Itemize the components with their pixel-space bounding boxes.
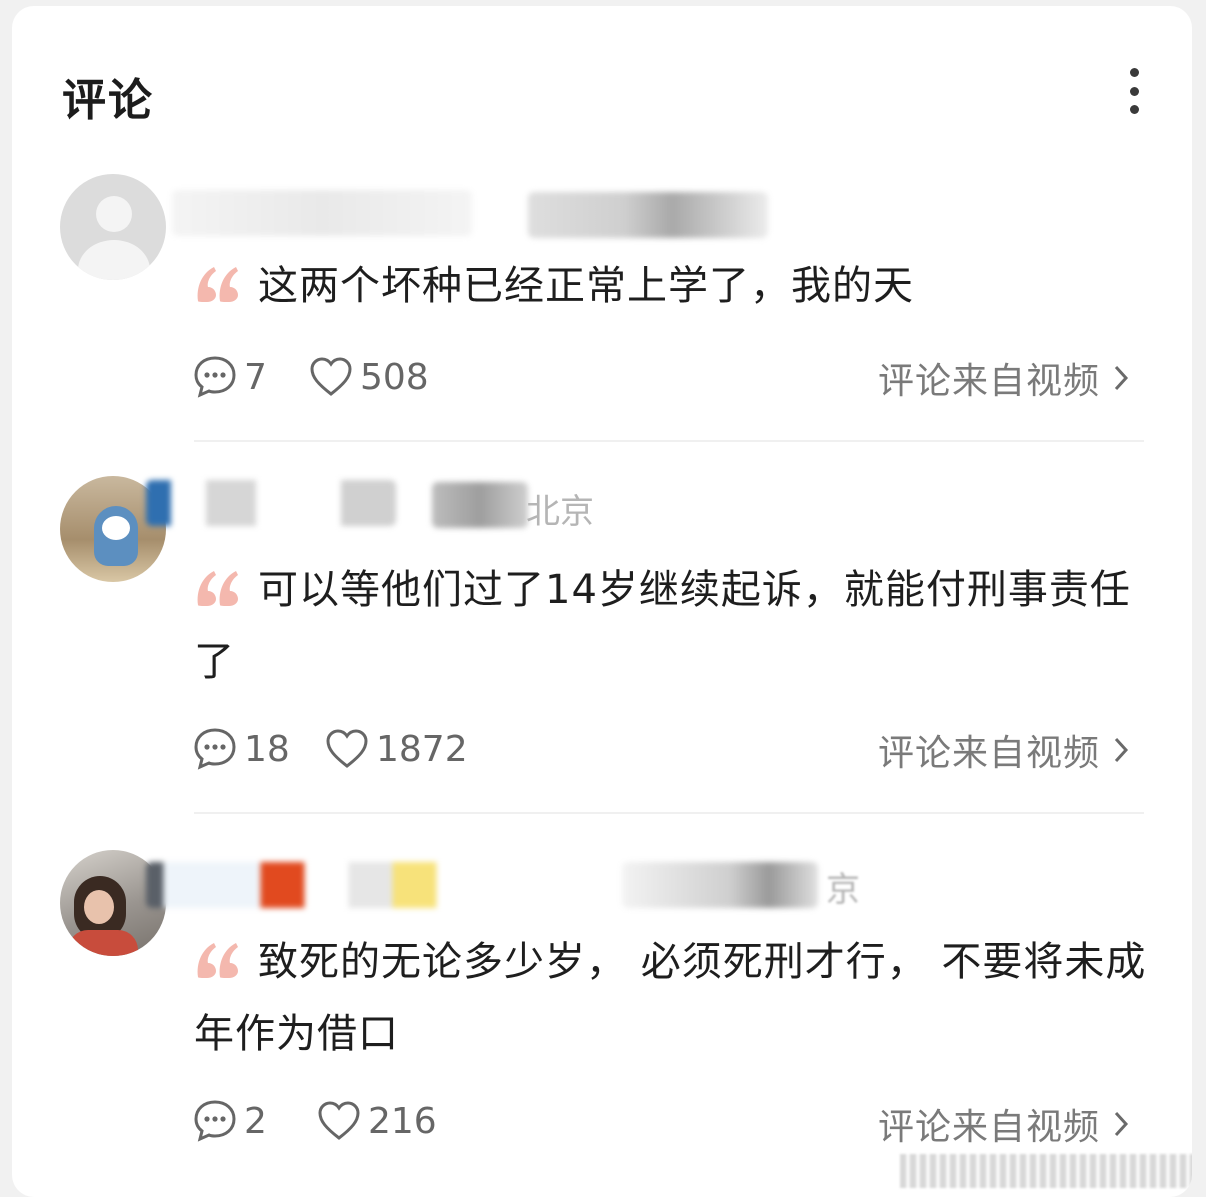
reply-button[interactable]: 7 <box>192 354 267 400</box>
more-options-icon[interactable] <box>1120 68 1148 114</box>
like-count: 216 <box>368 1100 437 1142</box>
chevron-right-icon <box>1114 365 1129 391</box>
comments-panel: 评论 这两个坏种已经正常上学了，我的天 7 508 评论来自视频 北京 可以等他… <box>12 6 1192 1197</box>
quote-mark-icon <box>197 943 238 978</box>
comment-body: 这两个坏种已经正常上学了，我的天 <box>258 263 914 309</box>
like-count: 508 <box>360 356 429 398</box>
comment-body: 致死的无论多少岁， 必须死刑才行， 不要将未成年作为借口 <box>194 939 1147 1057</box>
comment-text: 可以等他们过了14岁继续起诉，就能付刑事责任了 <box>194 554 1154 698</box>
quote-mark-icon <box>197 267 238 302</box>
comment-bubble-icon <box>194 1100 236 1142</box>
like-button[interactable]: 216 <box>316 1098 437 1144</box>
quote-mark-icon <box>197 571 238 606</box>
video-source-label: 评论来自视频 <box>878 361 1101 402</box>
video-source-link[interactable]: 评论来自视频 <box>878 724 1130 776</box>
like-button[interactable]: 508 <box>308 354 429 400</box>
chevron-right-icon <box>1114 1111 1129 1137</box>
comment-text: 致死的无论多少岁， 必须死刑才行， 不要将未成年作为借口 <box>194 926 1154 1070</box>
user-location: 京 <box>826 870 860 910</box>
avatar[interactable] <box>60 174 166 280</box>
video-source-label: 评论来自视频 <box>878 733 1101 774</box>
user-badge-redacted <box>622 862 818 908</box>
page-title: 评论 <box>62 75 154 126</box>
watermark-overlay <box>900 1154 1192 1188</box>
heart-icon <box>310 357 352 396</box>
user-badge-redacted <box>528 192 768 238</box>
reply-count: 18 <box>244 728 290 770</box>
video-source-link[interactable]: 评论来自视频 <box>878 352 1130 404</box>
user-location: 北京 <box>526 492 594 532</box>
reply-count: 2 <box>244 1100 267 1142</box>
video-source-link[interactable]: 评论来自视频 <box>878 1098 1130 1150</box>
comment-bubble-icon <box>194 356 236 398</box>
reply-button[interactable]: 2 <box>192 1098 267 1144</box>
comment-text: 这两个坏种已经正常上学了，我的天 <box>194 250 1154 322</box>
username-redacted[interactable] <box>172 190 472 236</box>
comment-bubble-icon <box>194 728 236 770</box>
username-redacted[interactable] <box>146 862 586 908</box>
reply-count: 7 <box>244 356 267 398</box>
divider <box>194 812 1144 814</box>
like-button[interactable]: 1872 <box>324 726 468 772</box>
chevron-right-icon <box>1114 737 1129 763</box>
heart-icon <box>318 1101 360 1140</box>
heart-icon <box>326 729 368 768</box>
comment-body: 可以等他们过了14岁继续起诉，就能付刑事责任了 <box>194 567 1131 685</box>
video-source-label: 评论来自视频 <box>878 1107 1101 1148</box>
username-redacted[interactable] <box>146 480 396 526</box>
like-count: 1872 <box>376 728 468 770</box>
reply-button[interactable]: 18 <box>192 726 290 772</box>
user-badge-redacted <box>432 482 528 528</box>
divider <box>194 440 1144 442</box>
